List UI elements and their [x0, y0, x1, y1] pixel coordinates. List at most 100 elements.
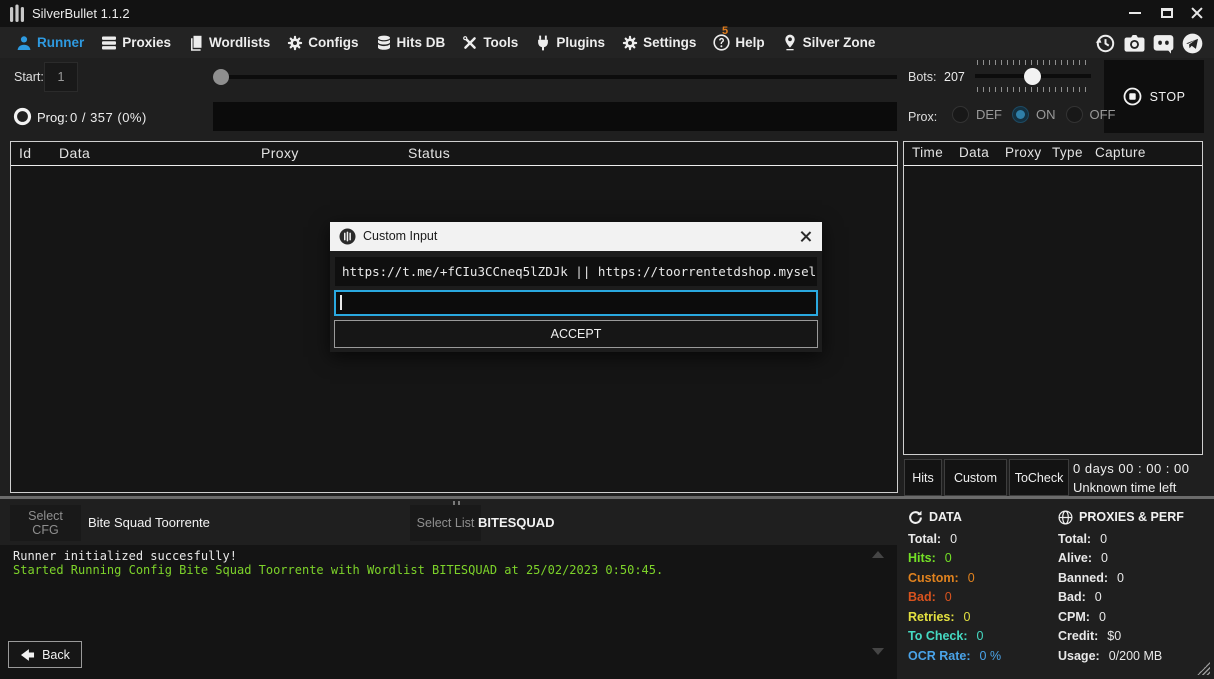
- stat-row: Alive:0: [1058, 551, 1184, 565]
- hits-tabs-bar: Hits Custom ToCheck 0 days 00 : 00 : 00 …: [903, 459, 1214, 497]
- stat-label: Banned:: [1058, 571, 1108, 585]
- log-line: Started Running Config Bite Squad Toorre…: [13, 563, 897, 577]
- stat-row: Credit:$0: [1058, 629, 1184, 643]
- stop-button[interactable]: STOP: [1104, 60, 1204, 133]
- menu-item-proxies[interactable]: Proxies: [101, 35, 171, 51]
- custom-input-field[interactable]: [334, 290, 818, 316]
- back-arrow-icon: [20, 648, 35, 662]
- stat-value: 0: [1099, 610, 1106, 624]
- stat-label: To Check:: [908, 629, 968, 643]
- menu-item-label: Help: [735, 35, 764, 50]
- plugins-plug-icon: [535, 35, 551, 51]
- bots-value: 207: [944, 70, 965, 84]
- stat-row: Custom:0: [908, 571, 1001, 585]
- proxy-radio-on[interactable]: ON: [1012, 106, 1056, 123]
- bots-label: Bots:: [908, 70, 937, 84]
- minimize-button[interactable]: [1120, 0, 1150, 26]
- splitter-bar[interactable]: [0, 496, 1214, 499]
- stat-row: To Check: 0: [908, 629, 1001, 643]
- column-header: Data: [959, 145, 989, 160]
- column-header: Capture: [1095, 145, 1146, 160]
- window-title: SilverBullet 1.1.2: [32, 0, 130, 27]
- bots-slider-handle[interactable]: [1024, 68, 1041, 85]
- close-button[interactable]: [1182, 0, 1212, 26]
- stat-value: 0: [950, 532, 957, 546]
- stat-value: 0: [945, 551, 952, 565]
- bots-slider[interactable]: [975, 60, 1091, 92]
- radio-dot: [952, 106, 969, 123]
- stat-value: 0: [964, 610, 971, 624]
- stat-value: 0: [1095, 590, 1102, 604]
- stat-value: 0: [1100, 532, 1107, 546]
- progress-ring-icon: [13, 107, 32, 126]
- proxies-icon: [101, 35, 117, 51]
- stat-row: Banned:0: [1058, 571, 1184, 585]
- dialog-message: https://t.me/+fCIu3CCneq5lZDJk || https:…: [335, 257, 817, 286]
- hits-table[interactable]: Time Data Proxy Type Capture: [903, 141, 1203, 455]
- menu-item-settings[interactable]: Settings: [622, 35, 696, 51]
- stats-proxies-header: PROXIES & PERF: [1058, 508, 1184, 526]
- main-slider-handle[interactable]: [213, 69, 229, 85]
- menu-item-plugins[interactable]: Plugins: [535, 35, 605, 51]
- start-input[interactable]: [44, 62, 78, 92]
- stat-value: 0: [968, 571, 975, 585]
- stats-data-column: DATA Total:0 Hits:0 Custom:0 Bad:0 Retri…: [908, 508, 1001, 663]
- tab-tocheck[interactable]: ToCheck: [1009, 459, 1069, 496]
- menu-item-runner[interactable]: Runner: [16, 35, 84, 51]
- camera-icon[interactable]: [1122, 31, 1146, 55]
- tab-custom[interactable]: Custom: [944, 459, 1007, 496]
- scroll-up-arrow[interactable]: [872, 551, 884, 558]
- stat-label: Usage:: [1058, 649, 1100, 663]
- progress-bar: [213, 102, 897, 131]
- stat-value: 0: [977, 629, 984, 643]
- back-label: Back: [42, 648, 70, 662]
- silver-zone-pin-icon: [782, 34, 798, 51]
- accept-button[interactable]: ACCEPT: [334, 320, 818, 348]
- menu-item-wordlists[interactable]: Wordlists: [188, 35, 270, 51]
- radio-label: OFF: [1090, 107, 1116, 122]
- tab-hits[interactable]: Hits: [904, 459, 942, 496]
- dialog-close-icon[interactable]: [798, 229, 813, 244]
- configs-gear-icon: [287, 35, 303, 51]
- stat-label: Retries:: [908, 610, 955, 624]
- stats-data-header: DATA: [908, 508, 1001, 526]
- tools-icon: [462, 35, 478, 51]
- history-icon[interactable]: [1093, 31, 1117, 55]
- radio-label: ON: [1036, 107, 1056, 122]
- slider-ticks: [977, 60, 1089, 65]
- menu-item-tools[interactable]: Tools: [462, 35, 518, 51]
- discord-icon[interactable]: [1151, 31, 1175, 55]
- stop-icon: [1123, 87, 1142, 106]
- menu-item-silver-zone[interactable]: Silver Zone: [782, 34, 876, 51]
- back-button[interactable]: Back: [8, 641, 82, 668]
- stat-value: 0: [1101, 551, 1108, 565]
- select-cfg-button[interactable]: Select CFG: [10, 505, 81, 541]
- column-header: Status: [408, 145, 450, 161]
- dialog-title-bar: Custom Input: [330, 222, 822, 251]
- stat-label: Total:: [1058, 532, 1091, 546]
- menu-item-configs[interactable]: Configs: [287, 35, 358, 51]
- wordlists-icon: [188, 35, 204, 51]
- scroll-down-arrow[interactable]: [872, 648, 884, 655]
- log-output[interactable]: Runner initialized succesfully! Started …: [0, 545, 897, 679]
- toolbar-icons: [1093, 31, 1204, 55]
- proxy-radio-def[interactable]: DEF: [952, 106, 1002, 123]
- telegram-icon[interactable]: [1180, 31, 1204, 55]
- runner-icon: [16, 35, 32, 51]
- menu-item-hits-db[interactable]: Hits DB: [376, 35, 446, 51]
- settings-gear-icon: [622, 35, 638, 51]
- menu-item-label: Runner: [37, 35, 84, 50]
- stat-row: Usage:0/200 MB: [1058, 649, 1184, 663]
- globe-icon: [1058, 510, 1073, 525]
- maximize-button[interactable]: [1152, 0, 1182, 26]
- progress-value: 0 / 357 (0%): [70, 110, 147, 125]
- select-list-button[interactable]: Select List: [410, 505, 481, 541]
- column-header: Proxy: [1005, 145, 1042, 160]
- refresh-icon: [908, 510, 923, 525]
- main-slider[interactable]: [213, 69, 897, 85]
- resize-grip[interactable]: [1197, 662, 1210, 675]
- proxy-mode-label: Prox:: [908, 110, 937, 124]
- stats-proxies-column: PROXIES & PERF Total:0 Alive:0 Banned:0 …: [1058, 508, 1184, 663]
- stat-value: 0 %: [980, 649, 1002, 663]
- proxy-radio-off[interactable]: OFF: [1066, 106, 1116, 123]
